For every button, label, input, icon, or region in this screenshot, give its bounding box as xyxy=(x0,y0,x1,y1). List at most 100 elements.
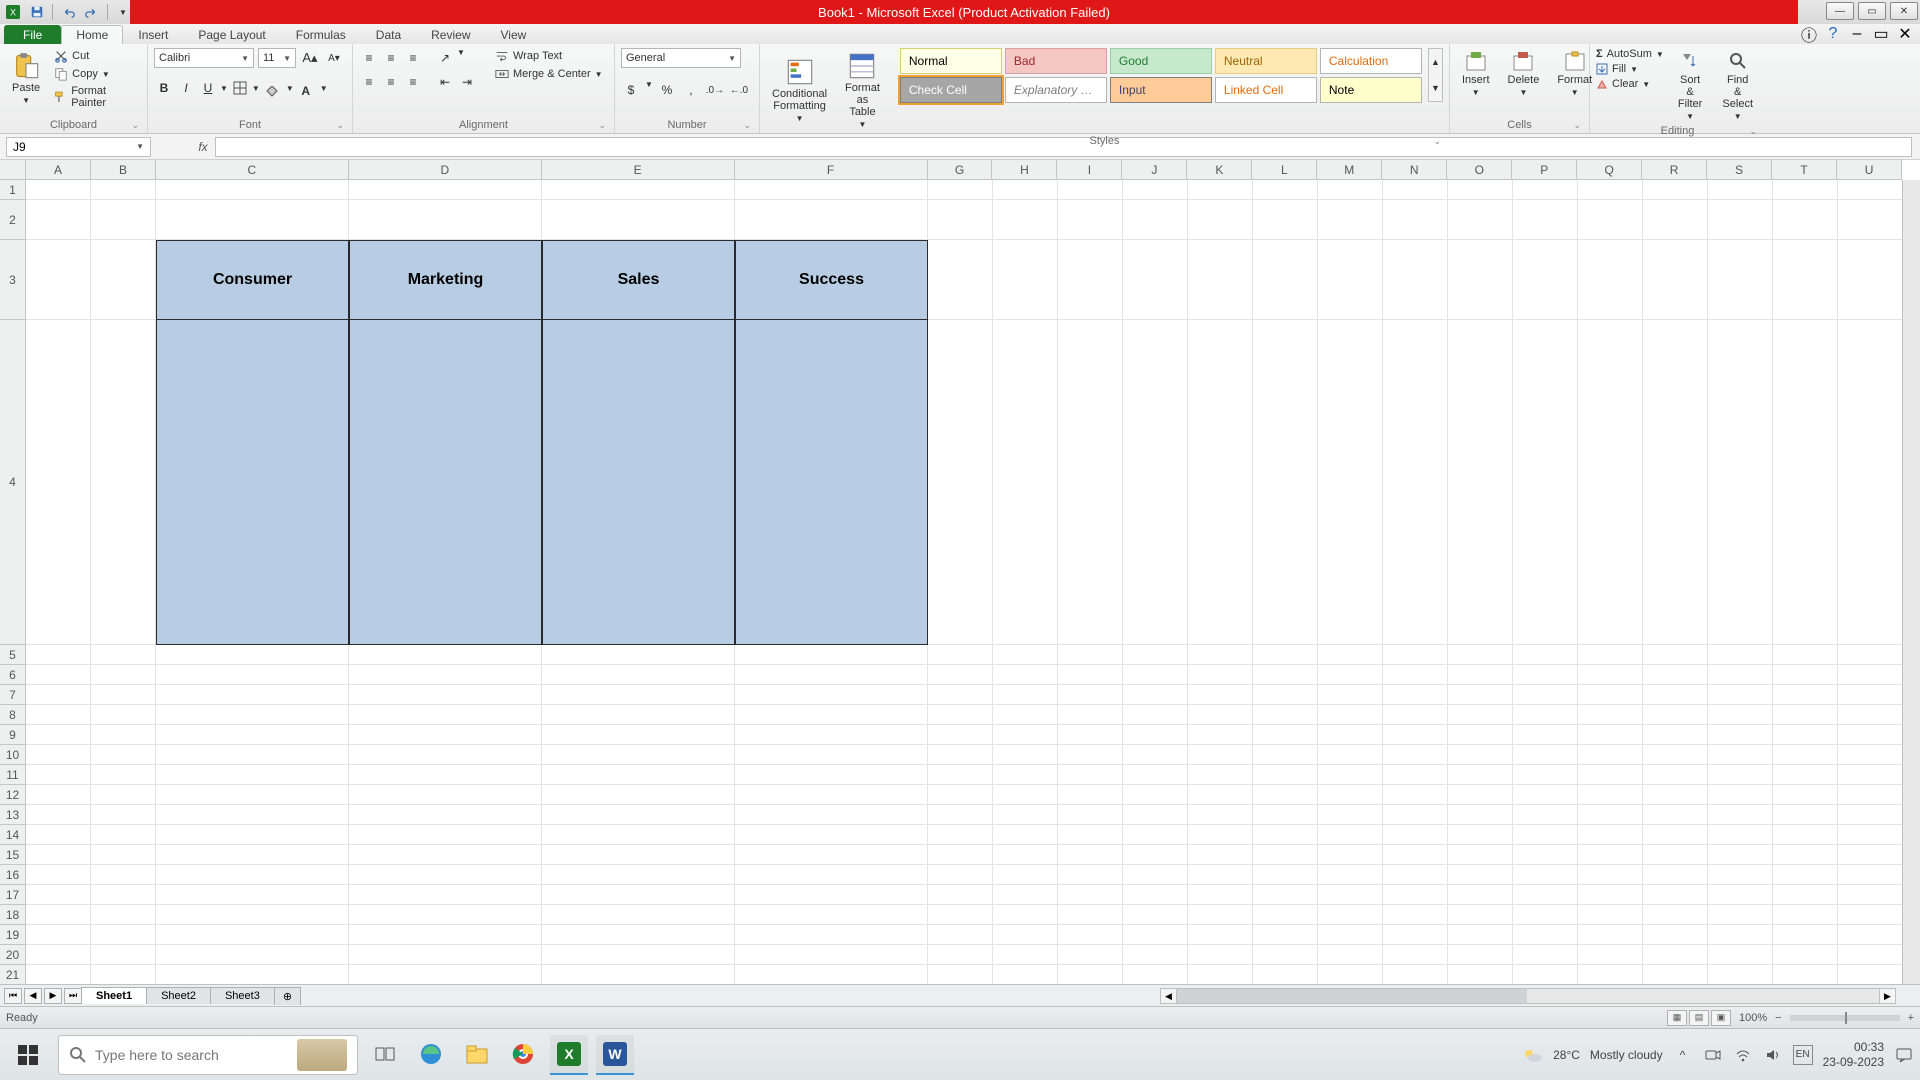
style-check-cell[interactable]: Check Cell xyxy=(900,77,1002,103)
save-icon[interactable] xyxy=(26,2,48,22)
underline-button[interactable]: U xyxy=(198,78,218,98)
row-header[interactable]: 11 xyxy=(0,765,25,785)
orientation-icon[interactable]: ↗ xyxy=(435,48,455,68)
row-header[interactable]: 2 xyxy=(0,200,25,240)
decrease-font-icon[interactable]: A▾ xyxy=(324,48,344,68)
ribbon-window-min-icon[interactable]: – xyxy=(1848,26,1866,42)
col-header[interactable]: B xyxy=(91,160,156,179)
row-header[interactable]: 20 xyxy=(0,945,25,965)
selectall-corner[interactable] xyxy=(0,160,26,180)
row-header[interactable]: 8 xyxy=(0,705,25,725)
minimize-ribbon-icon[interactable]: ⓘ xyxy=(1800,26,1818,42)
col-header[interactable]: A xyxy=(26,160,91,179)
tab-insert[interactable]: Insert xyxy=(123,25,183,44)
col-header[interactable]: R xyxy=(1642,160,1707,179)
hscroll-left-icon[interactable]: ◀ xyxy=(1161,989,1177,1003)
row-header[interactable]: 21 xyxy=(0,965,25,985)
increase-font-icon[interactable]: A▴ xyxy=(300,48,320,68)
borders-button[interactable] xyxy=(230,78,250,98)
comma-format-icon[interactable]: , xyxy=(681,80,701,100)
align-left-icon[interactable]: ≡ xyxy=(359,72,379,92)
sheet-last-icon[interactable]: ⏭ xyxy=(64,988,82,1004)
tab-data[interactable]: Data xyxy=(361,25,416,44)
font-size-select[interactable]: 11▼ xyxy=(258,48,296,68)
hscroll-thumb[interactable] xyxy=(1177,989,1527,1003)
autosum-button[interactable]: ΣAutoSum▼ xyxy=(1596,48,1664,60)
file-tab[interactable]: File xyxy=(4,25,61,44)
excel-taskbar-icon[interactable]: X xyxy=(550,1035,588,1075)
col-header[interactable]: P xyxy=(1512,160,1577,179)
row-header[interactable]: 6 xyxy=(0,665,25,685)
col-header[interactable]: J xyxy=(1122,160,1187,179)
view-page-layout-icon[interactable]: ▤ xyxy=(1689,1010,1709,1026)
style-good[interactable]: Good xyxy=(1110,48,1212,74)
help-icon[interactable]: ? xyxy=(1824,26,1842,42)
style-calculation[interactable]: Calculation xyxy=(1320,48,1422,74)
vertical-scrollbar[interactable] xyxy=(1902,180,1920,984)
merge-center-button[interactable]: Merge & Center ▼ xyxy=(493,66,605,82)
accounting-format-icon[interactable]: $ xyxy=(621,80,641,100)
row-headers[interactable]: 12345678910111213141516171819202122 xyxy=(0,180,26,1005)
weather-icon[interactable] xyxy=(1521,1044,1543,1066)
row-header[interactable]: 18 xyxy=(0,905,25,925)
style-input[interactable]: Input xyxy=(1110,77,1212,103)
tab-formulas[interactable]: Formulas xyxy=(281,25,361,44)
row-header[interactable]: 12 xyxy=(0,785,25,805)
redo-icon[interactable] xyxy=(81,2,103,22)
action-center-icon[interactable] xyxy=(1894,1045,1914,1065)
table-header-cell[interactable]: Consumer xyxy=(156,240,349,320)
table-body-cell[interactable] xyxy=(349,320,542,645)
sheet-tab-3[interactable]: Sheet3 xyxy=(210,987,275,1004)
col-header[interactable]: K xyxy=(1187,160,1252,179)
tab-view[interactable]: View xyxy=(486,25,542,44)
sheet-tab-2[interactable]: Sheet2 xyxy=(146,987,211,1004)
col-header[interactable]: M xyxy=(1317,160,1382,179)
align-top-icon[interactable]: ≡ xyxy=(359,48,379,68)
italic-button[interactable]: I xyxy=(176,78,196,98)
tab-review[interactable]: Review xyxy=(416,25,485,44)
align-center-icon[interactable]: ≡ xyxy=(381,72,401,92)
row-header[interactable]: 5 xyxy=(0,645,25,665)
minimize-button[interactable]: — xyxy=(1826,2,1854,20)
tray-chevron-icon[interactable]: ^ xyxy=(1673,1045,1693,1065)
row-header[interactable]: 1 xyxy=(0,180,25,200)
bold-button[interactable]: B xyxy=(154,78,174,98)
copy-button[interactable]: Copy ▼ xyxy=(52,66,141,82)
tray-wifi-icon[interactable] xyxy=(1733,1045,1753,1065)
chrome-icon[interactable] xyxy=(504,1035,542,1075)
format-as-table-button[interactable]: Format as Table ▼ xyxy=(839,48,886,133)
style-neutral[interactable]: Neutral xyxy=(1215,48,1317,74)
wrap-text-button[interactable]: Wrap Text xyxy=(493,48,605,64)
increase-indent-icon[interactable]: ⇥ xyxy=(457,72,477,92)
col-header[interactable]: H xyxy=(992,160,1057,179)
col-header[interactable]: N xyxy=(1382,160,1447,179)
word-taskbar-icon[interactable]: W xyxy=(596,1035,634,1075)
row-header[interactable]: 14 xyxy=(0,825,25,845)
table-body-cell[interactable] xyxy=(735,320,928,645)
decrease-indent-icon[interactable]: ⇤ xyxy=(435,72,455,92)
align-middle-icon[interactable]: ≡ xyxy=(381,48,401,68)
insert-cells-button[interactable]: Insert ▼ xyxy=(1456,48,1496,99)
task-view-icon[interactable] xyxy=(366,1035,404,1075)
ribbon-window-close-icon[interactable]: ✕ xyxy=(1896,26,1914,42)
find-select-button[interactable]: Find & Select ▼ xyxy=(1716,48,1759,123)
col-header[interactable]: S xyxy=(1707,160,1772,179)
increase-decimal-icon[interactable]: .0→ xyxy=(705,80,725,100)
tray-volume-icon[interactable] xyxy=(1763,1045,1783,1065)
sheet-next-icon[interactable]: ▶ xyxy=(44,988,62,1004)
style-normal[interactable]: Normal xyxy=(900,48,1002,74)
fill-button[interactable]: Fill▼ xyxy=(1596,63,1664,75)
row-header[interactable]: 17 xyxy=(0,885,25,905)
delete-cells-button[interactable]: Delete ▼ xyxy=(1502,48,1546,99)
ribbon-window-max-icon[interactable]: ▭ xyxy=(1872,26,1890,42)
start-button[interactable] xyxy=(6,1033,50,1077)
sheet-tab-1[interactable]: Sheet1 xyxy=(81,987,147,1004)
table-header-cell[interactable]: Sales xyxy=(542,240,735,320)
tray-meet-now-icon[interactable] xyxy=(1703,1045,1723,1065)
row-header[interactable]: 19 xyxy=(0,925,25,945)
col-header[interactable]: T xyxy=(1772,160,1837,179)
row-header[interactable]: 9 xyxy=(0,725,25,745)
clear-button[interactable]: Clear▼ xyxy=(1596,78,1664,90)
style-explanatory[interactable]: Explanatory … xyxy=(1005,77,1107,103)
col-header[interactable]: E xyxy=(542,160,735,179)
